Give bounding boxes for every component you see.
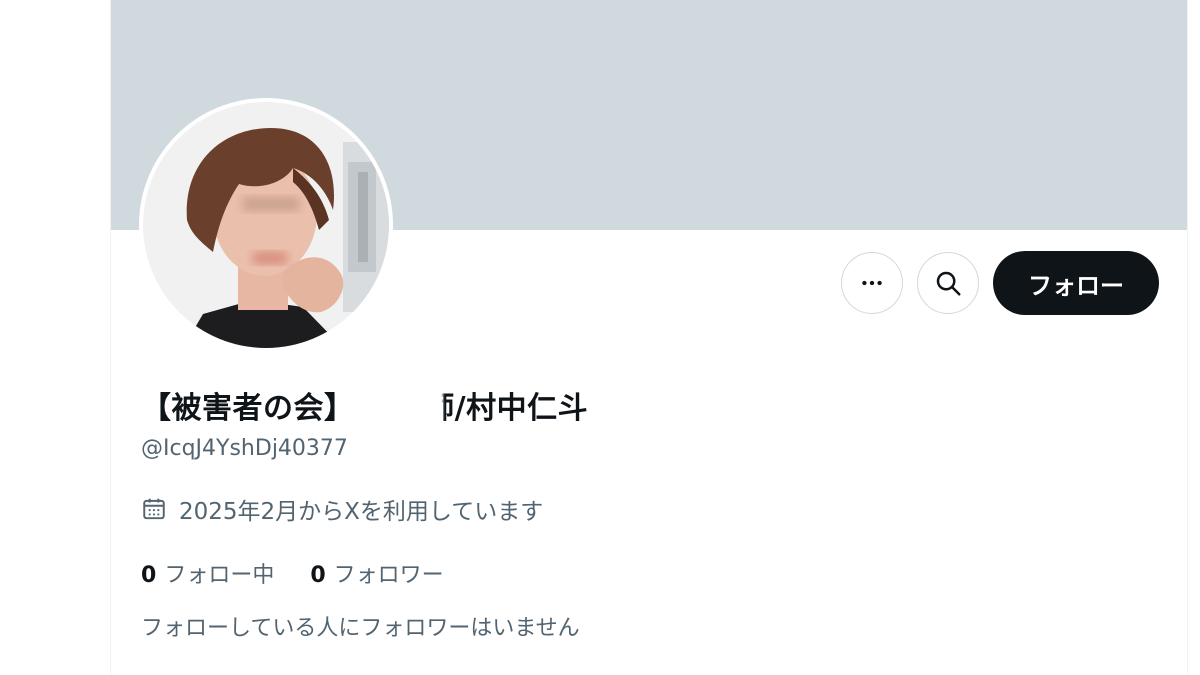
- search-button[interactable]: [917, 252, 979, 314]
- search-icon: [936, 271, 961, 296]
- followers-link[interactable]: 0 フォロワー: [310, 557, 443, 589]
- redaction-patch: [381, 382, 443, 426]
- joined-date: 2025年2月からXを利用しています: [141, 492, 543, 526]
- profile-display-name: 【被害者の会】 X師/村中仁斗: [141, 391, 589, 426]
- following-count: 0: [141, 563, 157, 588]
- following-label: フォロー中: [164, 563, 275, 588]
- joined-text: 2025年2月からXを利用しています: [179, 499, 544, 525]
- more-button[interactable]: [841, 252, 903, 314]
- profile-actions: フォロー: [841, 251, 1159, 315]
- avatar-photo: [143, 102, 389, 348]
- follow-counts: 0 フォロー中 0 フォロワー: [141, 557, 444, 589]
- profile-column: フォロー 【被害者の会】 X師/村中仁斗 @IcqJ4YshDj40377 20…: [110, 0, 1188, 675]
- more-horizontal-icon: [862, 280, 882, 286]
- calendar-icon: [143, 498, 165, 520]
- followers-you-know: フォローしている人にフォロワーはいません: [141, 616, 580, 641]
- following-link[interactable]: 0 フォロー中: [141, 557, 274, 589]
- avatar-frame: [139, 98, 393, 352]
- profile-page: フォロー 【被害者の会】 X師/村中仁斗 @IcqJ4YshDj40377 20…: [0, 0, 1200, 675]
- profile-handle: @IcqJ4YshDj40377: [141, 436, 348, 461]
- followers-label: フォロワー: [333, 563, 444, 588]
- follow-button[interactable]: フォロー: [993, 251, 1159, 315]
- followers-count: 0: [310, 563, 326, 588]
- avatar[interactable]: [143, 102, 389, 348]
